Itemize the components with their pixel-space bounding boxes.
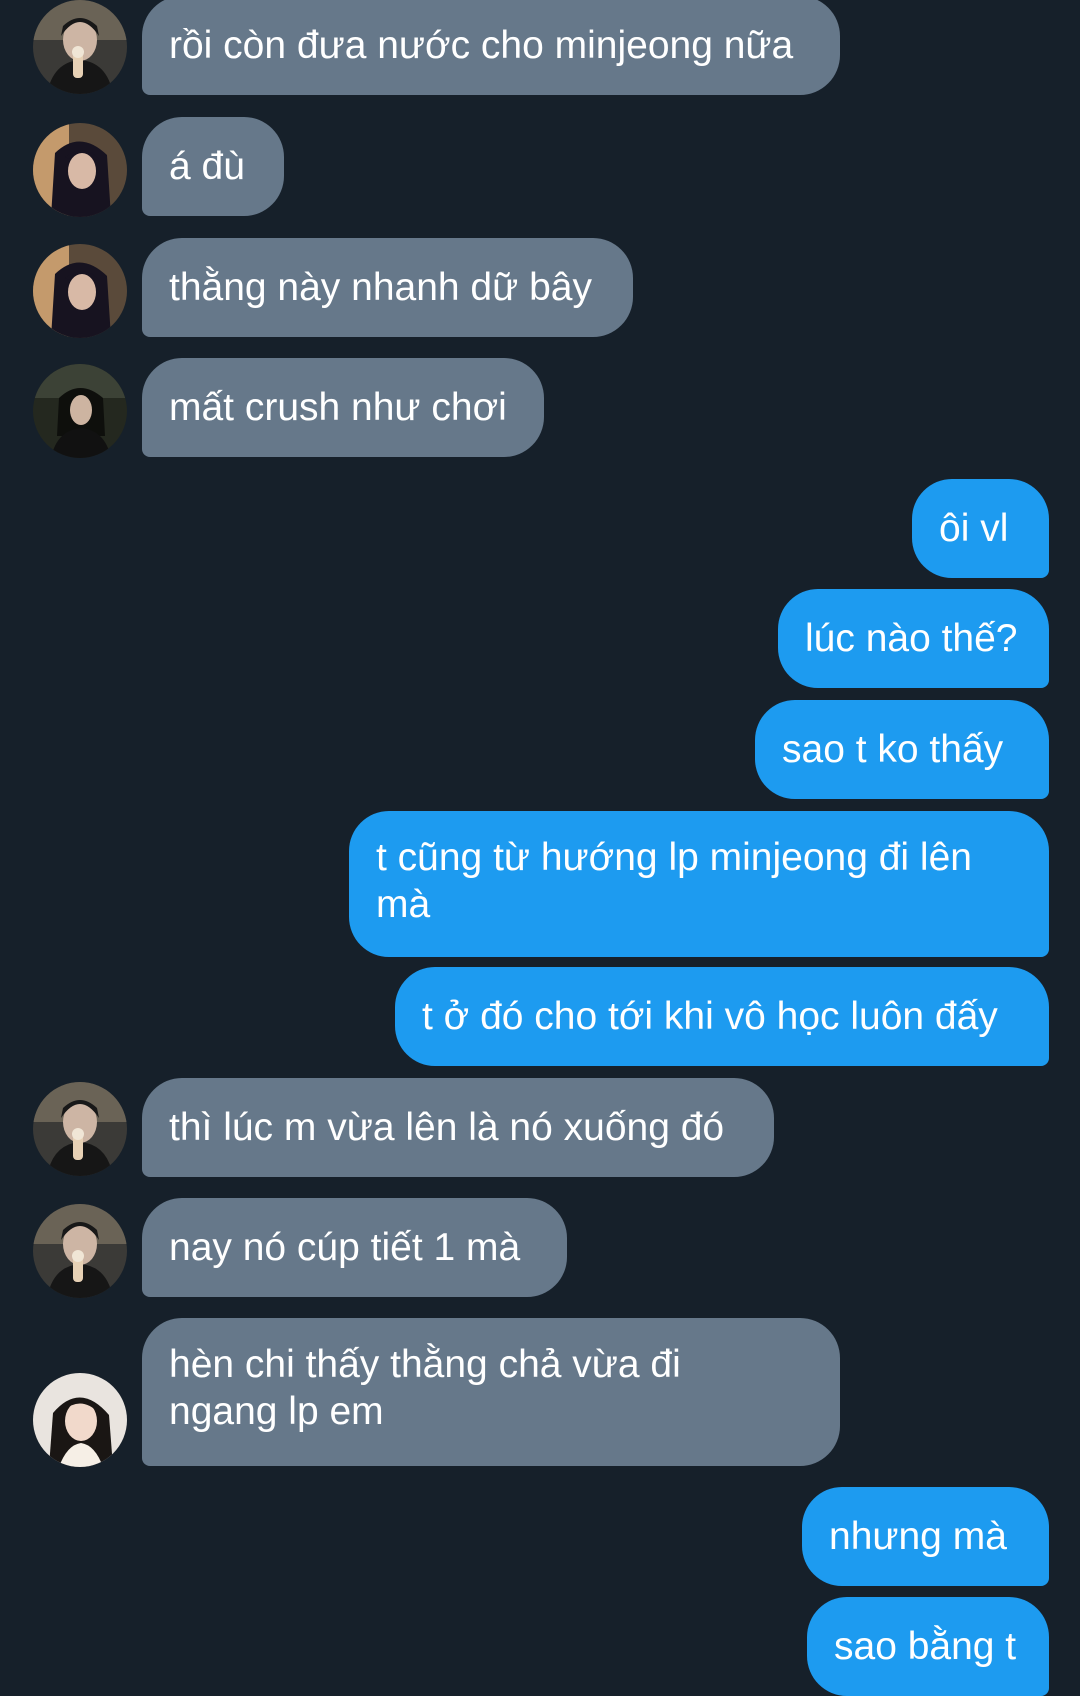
avatar[interactable] — [33, 0, 127, 94]
message-text: nhưng mà — [829, 1515, 1007, 1558]
message-text: nay nó cúp tiết 1 mà — [169, 1226, 521, 1269]
incoming-message-bubble[interactable]: thằng này nhanh dữ bây — [142, 238, 633, 337]
message-text: thằng này nhanh dữ bây — [169, 266, 592, 309]
message-text: ôi vl — [939, 507, 1009, 550]
incoming-message-bubble[interactable]: hèn chi thấy thằng chả vừa đi ngang lp e… — [142, 1318, 840, 1466]
outgoing-message-bubble[interactable]: sao bằng t — [807, 1597, 1049, 1696]
message-text: hèn chi thấy thằng chả vừa đi ngang lp e… — [169, 1343, 681, 1433]
avatar[interactable] — [33, 1204, 127, 1298]
message-text: lúc nào thế? — [805, 617, 1018, 660]
message-text: thì lúc m vừa lên là nó xuống đó — [169, 1106, 725, 1149]
message-text: t ở đó cho tới khi vô học luôn đấy — [422, 995, 998, 1038]
message-text: t cũng từ hướng lp minjeong đi lên mà — [376, 836, 972, 926]
outgoing-message-bubble[interactable]: t cũng từ hướng lp minjeong đi lên mà — [349, 811, 1049, 957]
message-text: mất crush như chơi — [169, 386, 507, 429]
outgoing-message-bubble[interactable]: sao t ko thấy — [755, 700, 1049, 799]
message-text: sao bằng t — [834, 1625, 1017, 1668]
incoming-message-bubble[interactable]: thì lúc m vừa lên là nó xuống đó — [142, 1078, 774, 1177]
avatar[interactable] — [33, 364, 127, 458]
outgoing-message-bubble[interactable]: lúc nào thế? — [778, 589, 1049, 688]
incoming-message-bubble[interactable]: á đù — [142, 117, 284, 216]
outgoing-message-bubble[interactable]: t ở đó cho tới khi vô học luôn đấy — [395, 967, 1049, 1066]
avatar[interactable] — [33, 244, 127, 338]
avatar[interactable] — [33, 123, 127, 217]
message-text: rồi còn đưa nước cho minjeong nữa — [169, 24, 794, 67]
outgoing-message-bubble[interactable]: nhưng mà — [802, 1487, 1049, 1586]
message-text: á đù — [169, 145, 245, 188]
incoming-message-bubble[interactable]: mất crush như chơi — [142, 358, 544, 457]
message-text: sao t ko thấy — [782, 728, 1004, 771]
avatar[interactable] — [33, 1082, 127, 1176]
incoming-message-bubble[interactable]: rồi còn đưa nước cho minjeong nữa — [142, 0, 840, 95]
incoming-message-bubble[interactable]: nay nó cúp tiết 1 mà — [142, 1198, 567, 1297]
outgoing-message-bubble[interactable]: ôi vl — [912, 479, 1049, 578]
avatar[interactable] — [33, 1373, 127, 1467]
